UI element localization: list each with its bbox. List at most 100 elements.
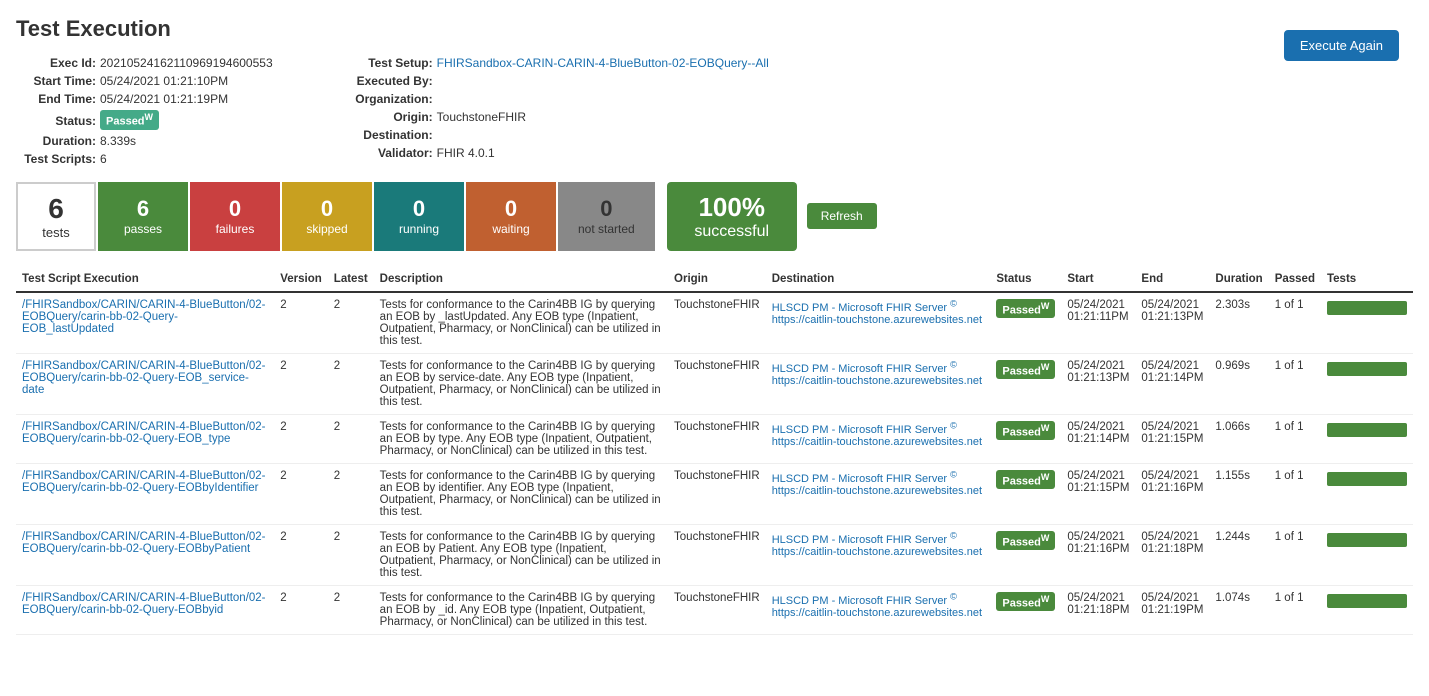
dest-link-3[interactable]: HLSCD PM - Microsoft FHIR Server © https… [772,473,982,497]
test-setup-label: Test Setup: [333,56,433,70]
col-script: Test Script Execution [16,267,274,292]
script-link-0[interactable]: /FHIRSandbox/CARIN/CARIN-4-BlueButton/02… [22,299,266,335]
cell-latest-3: 2 [328,463,374,524]
cell-start-3: 05/24/2021 01:21:15PM [1061,463,1135,524]
progress-bar-fill-4 [1327,533,1407,547]
end-time-value: 05/24/2021 01:21:19PM [100,92,228,106]
cell-start-5: 05/24/2021 01:21:18PM [1061,585,1135,634]
meta-col-right: Test Setup: FHIRSandbox-CARIN-CARIN-4-Bl… [333,56,769,166]
execute-again-button[interactable]: Execute Again [1284,30,1399,61]
col-status: Status [990,267,1061,292]
table-row: /FHIRSandbox/CARIN/CARIN-4-BlueButton/02… [16,292,1413,354]
progress-bar-wrap-0 [1327,301,1407,315]
cell-description-0: Tests for conformance to the Carin4BB IG… [374,292,668,354]
cell-end-2: 05/24/2021 01:21:15PM [1135,414,1209,463]
summary-total: 6 tests [16,182,96,251]
failures-label: failures [210,222,260,236]
cell-duration-1: 0.969s [1209,353,1268,414]
col-end: End [1135,267,1209,292]
cell-destination-1: HLSCD PM - Microsoft FHIR Server © https… [766,353,991,414]
cell-end-5: 05/24/2021 01:21:19PM [1135,585,1209,634]
cell-passed-5: 1 of 1 [1269,585,1321,634]
progress-bar-fill-1 [1327,362,1407,376]
running-count: 0 [394,196,444,222]
cell-origin-4: TouchstoneFHIR [668,524,766,585]
cell-origin-2: TouchstoneFHIR [668,414,766,463]
cell-start-4: 05/24/2021 01:21:16PM [1061,524,1135,585]
duration-label: Duration: [16,134,96,148]
progress-bar-fill-5 [1327,594,1407,608]
cell-script-1: /FHIRSandbox/CARIN/CARIN-4-BlueButton/02… [16,353,274,414]
cell-passed-3: 1 of 1 [1269,463,1321,524]
dest-link-0[interactable]: HLSCD PM - Microsoft FHIR Server © https… [772,302,982,326]
table-row: /FHIRSandbox/CARIN/CARIN-4-BlueButton/02… [16,524,1413,585]
meta-section: Exec Id: 20210524162110969194600553 Star… [16,56,1413,166]
cell-end-1: 05/24/2021 01:21:14PM [1135,353,1209,414]
cell-destination-5: HLSCD PM - Microsoft FHIR Server © https… [766,585,991,634]
validator-value: FHIR 4.0.1 [437,146,495,160]
refresh-button[interactable]: Refresh [807,203,877,229]
success-box: 100% successful [667,182,797,251]
duration-value: 8.339s [100,134,136,148]
progress-bar-fill-3 [1327,472,1407,486]
cell-duration-3: 1.155s [1209,463,1268,524]
cell-latest-1: 2 [328,353,374,414]
summary-not-started: 0 not started [558,182,655,251]
test-setup-link[interactable]: FHIRSandbox-CARIN-CARIN-4-BlueButton-02-… [437,56,769,70]
start-time-label: Start Time: [16,74,96,88]
skipped-count: 0 [302,196,352,222]
cell-latest-0: 2 [328,292,374,354]
col-destination: Destination [766,267,991,292]
cell-tests-0 [1321,292,1413,354]
total-label: tests [38,225,74,240]
cell-version-3: 2 [274,463,328,524]
col-start: Start [1061,267,1135,292]
organization-label: Organization: [333,92,433,106]
cell-tests-2 [1321,414,1413,463]
destination-label: Destination: [333,128,433,142]
dest-link-4[interactable]: HLSCD PM - Microsoft FHIR Server © https… [772,534,982,558]
cell-origin-1: TouchstoneFHIR [668,353,766,414]
row-status-badge-1: PassedW [996,360,1055,380]
status-badge: PassedW [100,110,159,130]
cell-version-1: 2 [274,353,328,414]
progress-bar-fill-0 [1327,301,1407,315]
script-link-5[interactable]: /FHIRSandbox/CARIN/CARIN-4-BlueButton/02… [22,592,266,616]
cell-duration-5: 1.074s [1209,585,1268,634]
script-link-2[interactable]: /FHIRSandbox/CARIN/CARIN-4-BlueButton/02… [22,421,266,445]
cell-duration-4: 1.244s [1209,524,1268,585]
cell-origin-0: TouchstoneFHIR [668,292,766,354]
cell-passed-4: 1 of 1 [1269,524,1321,585]
row-status-badge-3: PassedW [996,470,1055,490]
cell-destination-0: HLSCD PM - Microsoft FHIR Server © https… [766,292,991,354]
dest-link-1[interactable]: HLSCD PM - Microsoft FHIR Server © https… [772,363,982,387]
cell-status-1: PassedW [990,353,1061,414]
script-link-1[interactable]: /FHIRSandbox/CARIN/CARIN-4-BlueButton/02… [22,360,266,396]
cell-latest-5: 2 [328,585,374,634]
row-status-badge-4: PassedW [996,531,1055,551]
dest-link-5[interactable]: HLSCD PM - Microsoft FHIR Server © https… [772,595,982,619]
test-scripts-value: 6 [100,152,107,166]
failures-count: 0 [210,196,260,222]
cell-description-1: Tests for conformance to the Carin4BB IG… [374,353,668,414]
cell-passed-0: 1 of 1 [1269,292,1321,354]
row-status-badge-0: PassedW [996,299,1055,319]
dest-link-2[interactable]: HLSCD PM - Microsoft FHIR Server © https… [772,424,982,448]
cell-description-3: Tests for conformance to the Carin4BB IG… [374,463,668,524]
table-row: /FHIRSandbox/CARIN/CARIN-4-BlueButton/02… [16,353,1413,414]
progress-bar-fill-2 [1327,423,1407,437]
cell-latest-2: 2 [328,414,374,463]
script-link-4[interactable]: /FHIRSandbox/CARIN/CARIN-4-BlueButton/02… [22,531,266,555]
skipped-label: skipped [302,222,352,236]
cell-destination-4: HLSCD PM - Microsoft FHIR Server © https… [766,524,991,585]
cell-status-2: PassedW [990,414,1061,463]
cell-start-0: 05/24/2021 01:21:11PM [1061,292,1135,354]
cell-script-3: /FHIRSandbox/CARIN/CARIN-4-BlueButton/02… [16,463,274,524]
meta-col-left: Exec Id: 20210524162110969194600553 Star… [16,56,273,166]
validator-label: Validator: [333,146,433,160]
cell-description-5: Tests for conformance to the Carin4BB IG… [374,585,668,634]
cell-script-5: /FHIRSandbox/CARIN/CARIN-4-BlueButton/02… [16,585,274,634]
cell-description-4: Tests for conformance to the Carin4BB IG… [374,524,668,585]
script-link-3[interactable]: /FHIRSandbox/CARIN/CARIN-4-BlueButton/02… [22,470,266,494]
progress-bar-wrap-1 [1327,362,1407,376]
